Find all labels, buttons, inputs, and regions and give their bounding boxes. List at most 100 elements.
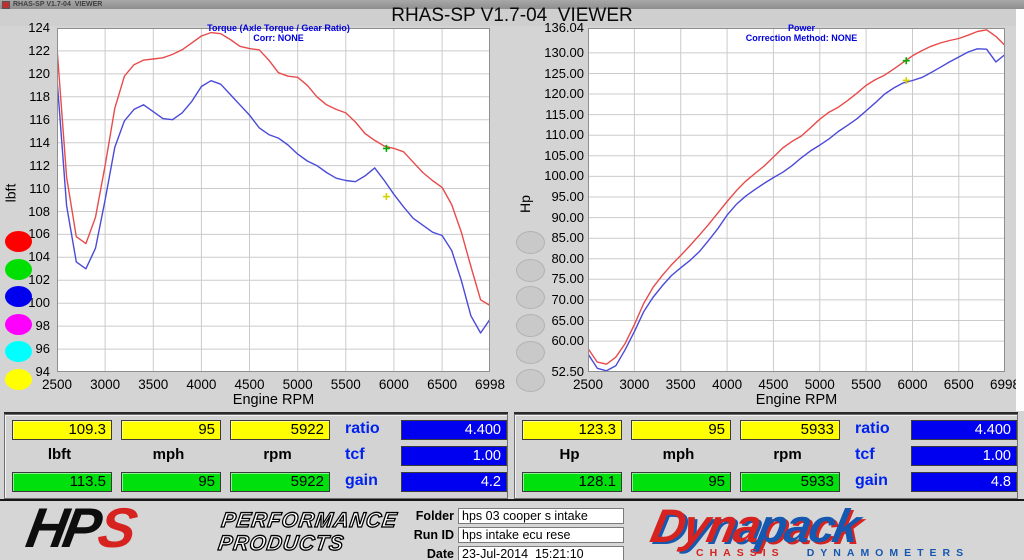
ratio-label: ratio: [345, 420, 380, 437]
y-tick-label: 130.00: [544, 44, 584, 60]
torque-cursor-mph: 95: [121, 420, 221, 440]
curve-color-button-3[interactable]: [5, 313, 32, 335]
torque-chart-title: Torque (Axle Torque / Gear Ratio): [207, 23, 350, 33]
curve-color-button-5[interactable]: [5, 368, 32, 390]
power-peak-mph: 95: [631, 472, 731, 492]
curve-color-button-1[interactable]: [5, 258, 32, 280]
x-tick-label: 4000: [186, 377, 217, 392]
y-tick-label: 104: [28, 249, 50, 265]
footer: HPS PERFORMANCE PRODUCTS Folder hps 03 c…: [0, 496, 1024, 560]
x-tick-label: 6998: [474, 377, 506, 392]
y-tick-label: 122: [28, 42, 50, 58]
disabled-color-button-5: [516, 368, 545, 392]
torque-plot[interactable]: [57, 28, 490, 372]
rpm-unit-label: rpm: [263, 446, 292, 463]
tcf-value: 1.00: [911, 446, 1017, 466]
power-x-ticks: 2500 3000 3500 4000 4500 5000 5500 6000 6500 6998: [573, 377, 1020, 392]
rpm-unit-label: rpm: [773, 446, 802, 463]
y-tick-label: 96: [35, 341, 50, 357]
y-tick-label: 112: [29, 157, 50, 173]
mph-unit-label: mph: [152, 446, 185, 463]
disabled-color-button-3: [516, 313, 545, 337]
y-tick-label: 116: [29, 111, 50, 127]
ratio-value: 4.400: [401, 420, 507, 440]
hps-logo-hp: HP: [21, 496, 103, 559]
dynapack-logo-dyna: Dyna: [646, 499, 765, 552]
x-tick-label: 2500: [41, 377, 73, 392]
date-field[interactable]: 23-Jul-2014 15:21:10: [458, 546, 624, 560]
disabled-color-button-4: [516, 341, 545, 364]
torque-chart-header: Torque (Axle Torque / Gear Ratio) Corr: …: [57, 13, 490, 53]
dynapack-sub-chassis: CHASSIS: [696, 547, 785, 559]
x-tick-label: 4000: [712, 377, 743, 392]
y-tick-label: 90.00: [551, 209, 584, 225]
x-tick-label: 6000: [378, 377, 409, 392]
x-tick-label: 3500: [138, 377, 169, 392]
y-tick-label: 102: [28, 272, 50, 288]
run-id-field[interactable]: hps intake ecu rese: [458, 527, 624, 543]
x-tick-label: 5000: [282, 377, 313, 392]
y-tick-label: 108: [28, 203, 50, 219]
torque-cursor-rpm: 5922: [230, 420, 330, 440]
torque-plot-svg: [57, 28, 490, 372]
curve-color-button-0[interactable]: [5, 231, 32, 252]
torque-peak-mph: 95: [121, 472, 221, 492]
gain-label: gain: [855, 472, 888, 489]
power-plot-svg: [588, 28, 1005, 372]
tcf-label: tcf: [855, 446, 875, 463]
y-tick-label: 80.00: [551, 250, 584, 266]
hps-logo: HPS: [20, 496, 142, 560]
x-tick-label: 2500: [572, 377, 604, 392]
x-tick-label: 6500: [427, 377, 458, 392]
y-tick-label: 125.00: [544, 65, 584, 81]
x-tick-label: 3000: [90, 377, 121, 392]
y-tick-label: 75.00: [551, 271, 584, 287]
tcf-label: tcf: [345, 446, 365, 463]
x-tick-label: 3500: [665, 377, 696, 392]
power-peak-rpm: 5933: [740, 472, 840, 492]
torque-unit-label: lbft: [47, 446, 72, 463]
power-plot[interactable]: [588, 28, 1005, 372]
y-tick-label: 105.00: [544, 147, 584, 163]
torque-readout-panel: 109.3 95 5922 lbft mph rpm 113.5 95 5922…: [4, 414, 508, 499]
disabled-color-button-2: [516, 286, 545, 309]
folder-field[interactable]: hps 03 cooper s intake: [458, 508, 624, 524]
x-tick-label: 4500: [758, 377, 789, 392]
x-tick-label: 6500: [943, 377, 974, 392]
run-id-row: Run ID hps intake ecu rese: [400, 527, 624, 543]
y-tick-label: 114: [29, 134, 50, 150]
date-row: Date 23-Jul-2014 15:21:10: [400, 546, 624, 560]
power-unit-label: Hp: [559, 446, 580, 463]
disabled-color-button-0: [516, 231, 545, 254]
power-corr-label: Correction Method: NONE: [745, 33, 858, 43]
x-tick-label: 4500: [234, 377, 265, 392]
run-info-fields: Folder hps 03 cooper s intake Run ID hps…: [400, 508, 624, 560]
disabled-color-button-1: [516, 258, 545, 282]
right-edge-strip: [1016, 9, 1024, 411]
y-tick-label: 85.00: [551, 230, 584, 246]
gain-value: 4.8: [911, 472, 1017, 492]
curve-color-button-2[interactable]: [5, 286, 32, 307]
curve-color-button-4[interactable]: [5, 341, 32, 362]
dynapack-logo: Dynapack CHASSIS DYNAMOMETERS: [646, 499, 1020, 560]
y-tick-label: 118: [29, 88, 50, 104]
torque-peak-rpm: 5922: [230, 472, 330, 492]
hps-tagline-line1: PERFORMANCE: [219, 508, 399, 532]
x-tick-label: 5500: [330, 377, 361, 392]
torque-x-ticks: 2500 3000 3500 4000 4500 5000 5500 6000 6500 6998: [42, 377, 505, 392]
y-tick-label: 65.00: [551, 312, 584, 328]
power-cursor-value: 123.3: [522, 420, 622, 440]
power-cursor-mph: 95: [631, 420, 731, 440]
gain-value: 4.2: [401, 472, 507, 492]
folder-label: Folder: [415, 509, 454, 523]
y-tick-label: 120: [28, 65, 50, 81]
power-peak-value: 128.1: [522, 472, 622, 492]
run-id-label: Run ID: [413, 528, 454, 542]
x-tick-label: 5000: [804, 377, 835, 392]
power-chart-title: Power: [788, 23, 816, 33]
y-tick-label: 110: [29, 180, 50, 196]
torque-peak-value: 113.5: [12, 472, 112, 492]
y-tick-label: 120.00: [544, 86, 584, 101]
torque-x-axis-label: Engine RPM: [232, 392, 315, 408]
power-cursor-rpm: 5933: [740, 420, 840, 440]
